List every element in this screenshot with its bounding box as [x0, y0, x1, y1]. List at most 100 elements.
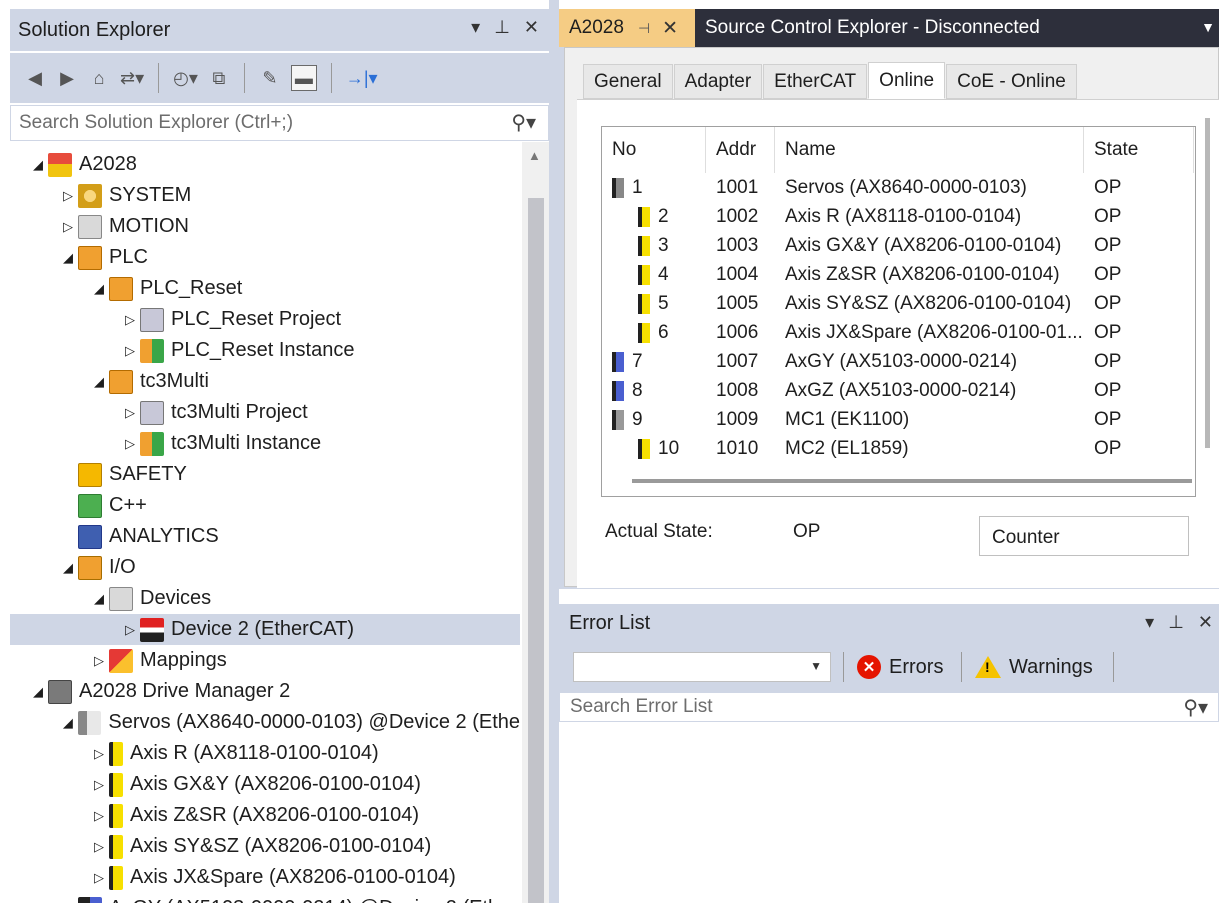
tree-item[interactable]: ◢ PLC [10, 242, 520, 273]
sync-view-icon[interactable]: ⇄▾ [120, 65, 144, 91]
collapse-all-icon[interactable]: ⧉ [208, 65, 230, 91]
tab-general[interactable]: General [583, 64, 673, 99]
error-list-search-input[interactable]: Search Error List ⚲▾ [559, 692, 1219, 722]
expand-arrow-icon[interactable]: ▷ [89, 653, 109, 669]
tree-item[interactable]: ▷ PLC_Reset Instance [10, 335, 520, 366]
pin-icon[interactable]: ⊥ [494, 17, 510, 38]
expand-arrow-icon[interactable]: ▷ [120, 405, 140, 421]
tree-item[interactable]: ◢ Servos (AX8640-0000-0103) @Device 2 (Et… [10, 707, 520, 738]
expand-arrow-icon[interactable]: ▷ [120, 343, 140, 359]
grid-row[interactable]: 1 1001 Servos (AX8640-0000-0103) OP [602, 173, 1195, 202]
tree-item[interactable]: ▷ Mappings [10, 645, 520, 676]
scrollbar-thumb[interactable] [528, 198, 544, 903]
errors-filter-button[interactable]: ✕ Errors [857, 650, 943, 684]
tree-item[interactable]: ▷ Axis R (AX8118-0100-0104) [10, 738, 520, 769]
scroll-up-icon[interactable]: ▲ [528, 148, 541, 163]
dock-icon[interactable]: →|▾ [346, 65, 378, 91]
search-icon[interactable]: ⚲▾ [511, 110, 536, 135]
properties-wrench-icon[interactable]: ✎ [259, 65, 281, 91]
tab-online[interactable]: Online [868, 62, 946, 99]
tree-item[interactable]: ◢ I/O [10, 552, 520, 583]
solution-explorer-search-input[interactable]: Search Solution Explorer (Ctrl+;) ⚲▾ [10, 105, 549, 141]
solution-explorer-scrollbar[interactable]: ▲ [522, 142, 549, 903]
panel-splitter[interactable] [549, 0, 559, 903]
tree-item[interactable]: SAFETY [10, 459, 520, 490]
close-icon[interactable]: ✕ [524, 17, 539, 38]
tab-overflow-icon[interactable]: ▼ [1201, 19, 1215, 35]
expand-arrow-icon[interactable]: ▷ [120, 622, 140, 638]
tree-item[interactable]: ▷AxGY (AX5103-0000-0214) @Device 2 (Ethe… [10, 893, 520, 903]
grid-row[interactable]: 10 1010 MC2 (EL1859) OP [602, 434, 1195, 463]
grid-row[interactable]: 9 1009 MC1 (EK1100) OP [602, 405, 1195, 434]
tab-adapter[interactable]: Adapter [673, 64, 763, 99]
tree-item[interactable]: ▷ SYSTEM [10, 180, 520, 211]
collapse-arrow-icon[interactable]: ◢ [89, 374, 109, 390]
grid-row[interactable]: 7 1007 AxGY (AX5103-0000-0214) OP [602, 347, 1195, 376]
collapse-arrow-icon[interactable]: ◢ [58, 715, 78, 731]
collapse-arrow-icon[interactable]: ◢ [28, 157, 48, 173]
grid-row[interactable]: 5 1005 Axis SY&SZ (AX8206-0100-0104) OP [602, 289, 1195, 318]
back-icon[interactable]: ◀ [24, 65, 46, 91]
dropdown-arrow-icon[interactable]: ▾ [1145, 612, 1154, 633]
pin-icon[interactable]: ⊣ [638, 20, 650, 37]
collapse-arrow-icon[interactable]: ◢ [28, 684, 48, 700]
column-header-addr[interactable]: Addr [706, 127, 775, 173]
close-icon[interactable]: ✕ [1198, 612, 1213, 633]
forward-icon[interactable]: ▶ [56, 65, 78, 91]
expand-arrow-icon[interactable]: ▷ [120, 312, 140, 328]
expand-arrow-icon[interactable]: ▷ [89, 808, 109, 824]
pending-changes-icon[interactable]: ◴▾ [173, 65, 198, 91]
tree-item[interactable]: ▷ Axis GX&Y (AX8206-0100-0104) [10, 769, 520, 800]
grid-row[interactable]: 4 1004 Axis Z&SR (AX8206-0100-0104) OP [602, 260, 1195, 289]
home-icon[interactable]: ⌂ [88, 65, 110, 91]
tree-item[interactable]: ANALYTICS [10, 521, 520, 552]
tree-item[interactable]: ◢ Devices [10, 583, 520, 614]
collapse-arrow-icon[interactable]: ◢ [58, 560, 78, 576]
panel-vertical-scrollbar[interactable] [1205, 118, 1210, 448]
tree-item[interactable]: ▷ Axis SY&SZ (AX8206-0100-0104) [10, 831, 520, 862]
tab-ethercat[interactable]: EtherCAT [763, 64, 868, 99]
grid-row[interactable]: 6 1006 Axis JX&Spare (AX8206-0100-01... OP [602, 318, 1195, 347]
tree-item[interactable]: ▷ Device 2 (EtherCAT) [10, 614, 520, 645]
tree-item[interactable]: ◢ A2028 [10, 149, 520, 180]
tab-a2028[interactable]: A2028 ⊣ ✕ [559, 9, 695, 47]
expand-arrow-icon[interactable]: ▷ [89, 746, 109, 762]
tree-item[interactable]: ▷ MOTION [10, 211, 520, 242]
column-header-name[interactable]: Name [775, 127, 1084, 173]
grid-row[interactable]: 3 1003 Axis GX&Y (AX8206-0100-0104) OP [602, 231, 1195, 260]
expand-arrow-icon[interactable]: ▷ [89, 839, 109, 855]
tree-item[interactable]: ◢ tc3Multi [10, 366, 520, 397]
expand-arrow-icon[interactable]: ▷ [120, 436, 140, 452]
cell-no: 7 [612, 347, 643, 376]
tree-item[interactable]: ▷ tc3Multi Instance [10, 428, 520, 459]
collapse-arrow-icon[interactable]: ◢ [58, 250, 78, 266]
tree-item[interactable]: ▷ Axis Z&SR (AX8206-0100-0104) [10, 800, 520, 831]
tree-item[interactable]: ◢ PLC_Reset [10, 273, 520, 304]
column-header-no[interactable]: No [602, 127, 706, 173]
grid-horizontal-scrollbar[interactable] [632, 479, 1192, 483]
close-icon[interactable]: ✕ [662, 17, 678, 40]
expand-arrow-icon[interactable]: ▷ [89, 777, 109, 793]
tab-coe-online[interactable]: CoE - Online [946, 64, 1077, 99]
grid-row[interactable]: 8 1008 AxGZ (AX5103-0000-0214) OP [602, 376, 1195, 405]
tree-item[interactable]: ▷ tc3Multi Project [10, 397, 520, 428]
dropdown-arrow-icon[interactable]: ▾ [471, 17, 480, 38]
expand-arrow-icon[interactable]: ▷ [58, 188, 78, 204]
tree-item[interactable]: C++ [10, 490, 520, 521]
tree-item[interactable]: ◢ A2028 Drive Manager 2 [10, 676, 520, 707]
slave-device-icon [612, 409, 624, 430]
tree-item[interactable]: ▷ PLC_Reset Project [10, 304, 520, 335]
tab-source-control-explorer[interactable]: Source Control Explorer - Disconnected [695, 9, 1050, 47]
warnings-filter-button[interactable]: ! Warnings [975, 650, 1093, 684]
column-header-state[interactable]: State [1084, 127, 1194, 173]
expand-arrow-icon[interactable]: ▷ [89, 870, 109, 886]
search-icon[interactable]: ⚲▾ [1183, 695, 1208, 720]
collapse-arrow-icon[interactable]: ◢ [89, 281, 109, 297]
collapse-arrow-icon[interactable]: ◢ [89, 591, 109, 607]
error-scope-combo[interactable]: ▼ [573, 652, 831, 682]
expand-arrow-icon[interactable]: ▷ [58, 219, 78, 235]
preview-selected-icon[interactable]: ▬ [290, 65, 317, 91]
pin-icon[interactable]: ⊥ [1168, 612, 1184, 633]
grid-row[interactable]: 2 1002 Axis R (AX8118-0100-0104) OP [602, 202, 1195, 231]
tree-item[interactable]: ▷ Axis JX&Spare (AX8206-0100-0104) [10, 862, 520, 893]
